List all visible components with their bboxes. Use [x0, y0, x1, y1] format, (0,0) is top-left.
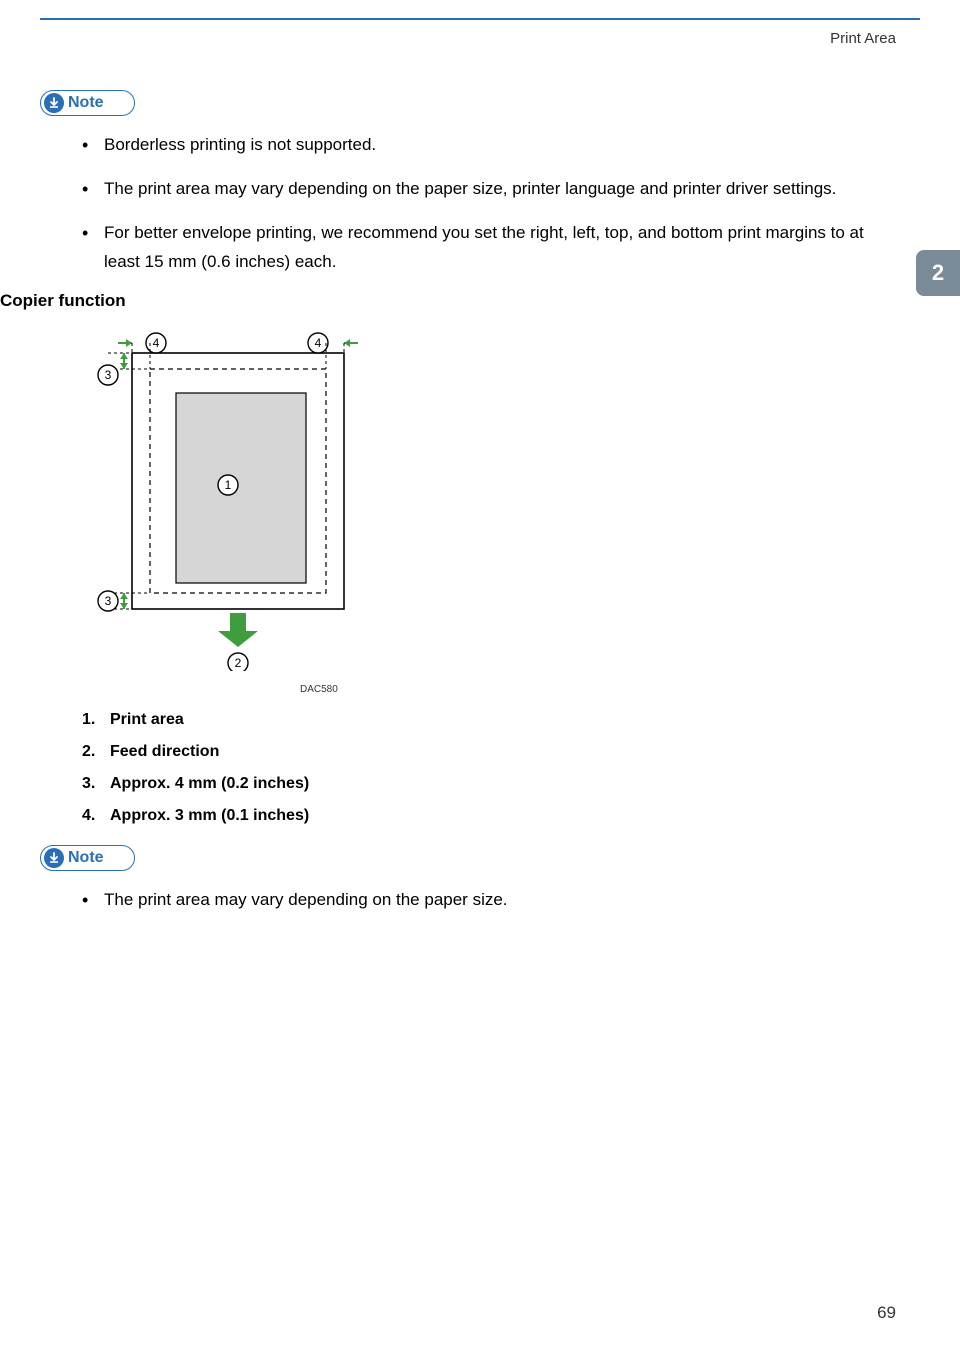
- list-item: The print area may vary depending on the…: [82, 174, 900, 204]
- down-arrow-icon: [44, 93, 64, 113]
- legend-item: Print area: [82, 711, 900, 729]
- running-header: Print Area: [830, 30, 896, 47]
- legend-item: Approx. 4 mm (0.2 inches): [82, 775, 900, 793]
- page-number: 69: [877, 1303, 896, 1323]
- svg-text:2: 2: [235, 656, 242, 670]
- note-list-bottom: The print area may vary depending on the…: [82, 885, 900, 915]
- diagram-legend: Print area Feed direction Approx. 4 mm (…: [82, 711, 900, 825]
- note-label: Note: [68, 849, 104, 867]
- svg-text:3: 3: [105, 368, 112, 382]
- note-list-top: Borderless printing is not supported. Th…: [82, 130, 900, 277]
- legend-item: Approx. 3 mm (0.1 inches): [82, 807, 900, 825]
- down-arrow-icon: [44, 848, 64, 868]
- note-label: Note: [68, 94, 104, 112]
- svg-text:4: 4: [315, 336, 322, 350]
- list-item: Borderless printing is not supported.: [82, 130, 900, 160]
- section-heading: Copier function: [0, 291, 900, 311]
- svg-text:4: 4: [153, 336, 160, 350]
- header-rule: [40, 18, 920, 20]
- diagram-code: DAC580: [300, 684, 900, 695]
- list-item: The print area may vary depending on the…: [82, 885, 900, 915]
- legend-item: Feed direction: [82, 743, 900, 761]
- note-badge: Note: [40, 90, 135, 116]
- note-badge: Note: [40, 845, 135, 871]
- svg-text:3: 3: [105, 594, 112, 608]
- list-item: For better envelope printing, we recomme…: [82, 218, 900, 278]
- page-content: Note Borderless printing is not supporte…: [0, 84, 900, 929]
- print-area-diagram: 1 4 4: [90, 323, 900, 676]
- chapter-tab: 2: [916, 250, 960, 296]
- svg-text:1: 1: [225, 478, 232, 492]
